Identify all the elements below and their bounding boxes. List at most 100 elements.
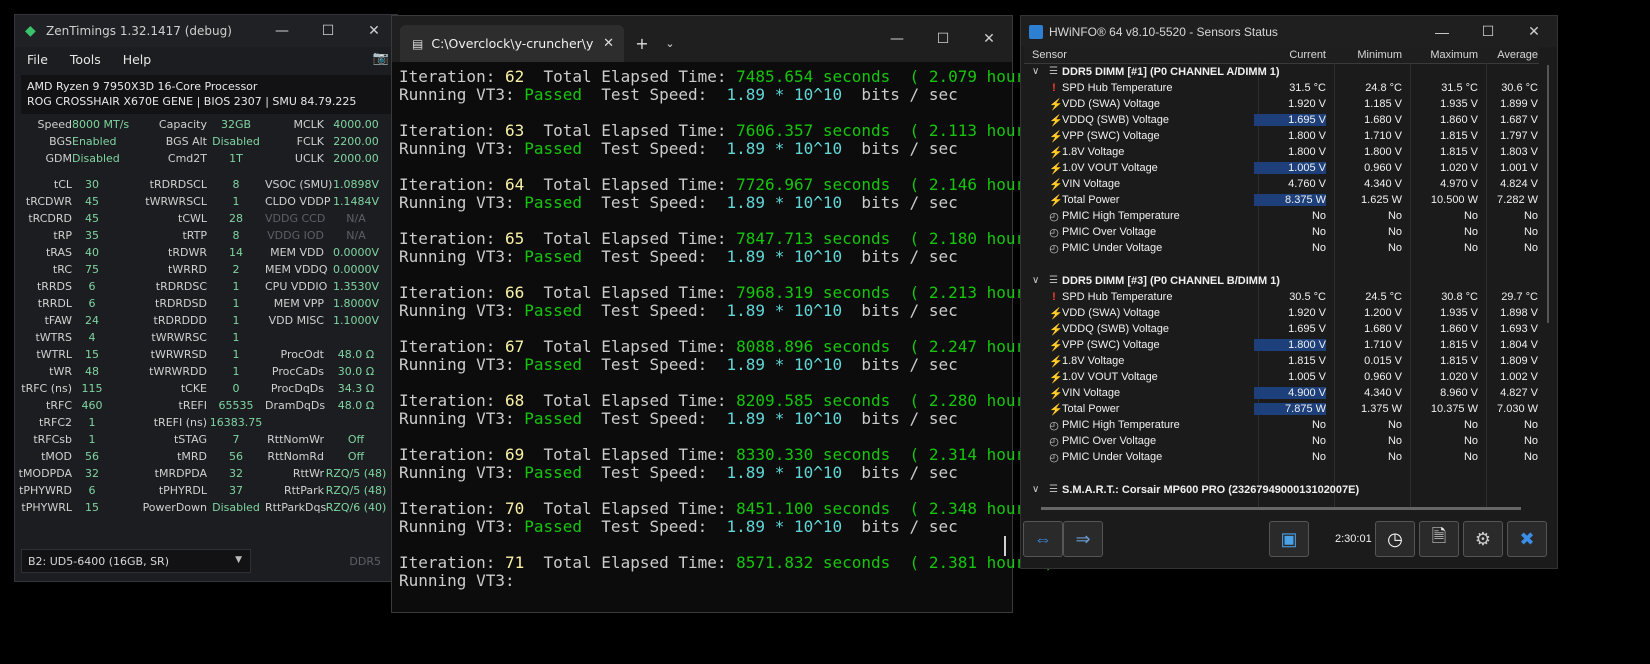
header-average[interactable]: Average [1464, 49, 1538, 61]
sensor-row[interactable]: ⚡ VDD (SWA) Voltage 1.920 V 1.185 V 1.935 V1… [1024, 97, 1539, 113]
close-button[interactable]: ✕ [1511, 23, 1557, 40]
status-line: Running VT3: Passed Test Speed: 1.89 * 1… [399, 463, 958, 482]
tab-close-icon[interactable]: ✕ [603, 36, 614, 51]
network-icon[interactable]: ▣ [1269, 521, 1309, 557]
camera-icon[interactable]: 📷 [373, 51, 389, 66]
cpu-name: AMD Ryzen 9 7950X3D 16-Core Processor [27, 80, 258, 93]
sensor-group-header[interactable]: ∨ ☰ S.M.A.R.T.: Corsair MP600 PRO (2326794… [1024, 483, 1539, 499]
sensor-row[interactable]: ⚡ VDD (SWA) Voltage 1.920 V 1.200 V 1.935 V1… [1024, 306, 1539, 322]
timing-row: tWTRS 4 tWRWRSC 1 [15, 331, 397, 348]
vertical-scrollbar[interactable] [1547, 65, 1549, 323]
timing-row: tMODPDA 32 tMRDPDA 32 RttWr RZQ/5 (48) [15, 467, 397, 484]
sensor-row[interactable]: ⚡ 1.8V Voltage 1.815 V 0.015 V 1.815 V 1.809 … [1024, 354, 1539, 370]
terminal-tab[interactable]: ▤ C:\Overclock\y-cruncher\y-cru ✕ [400, 25, 624, 62]
sensor-table-header: Sensor Current Minimum Maximum Average [1024, 47, 1539, 64]
test-speed-value: 1.89 * 10^10 [726, 85, 843, 104]
timing-value: 45 [85, 195, 99, 208]
iteration-number: 67 [504, 337, 525, 356]
memory-icon: ☰ [1049, 484, 1058, 495]
arrows-icon[interactable]: ⇔ [1023, 521, 1063, 557]
clock-icon[interactable]: ◷ [1375, 521, 1415, 557]
sensor-group-header[interactable]: ∨ ☰ DDR5 DIMM [#1] (P0 CHANNEL A/DIMM 1) [1024, 65, 1539, 81]
test-speed-value: 1.89 * 10^10 [726, 193, 843, 212]
close-button[interactable]: ✕ [966, 31, 1012, 47]
sensor-name: PMIC High Temperature [1062, 419, 1180, 431]
tab-dropdown-button[interactable]: ⌄ [660, 25, 680, 62]
header-minimum[interactable]: Minimum [1330, 49, 1402, 61]
sensor-row[interactable]: ⚡ Total Power 7.875 W 1.375 W 10.375 W 7.030 … [1024, 402, 1539, 418]
horizontal-scrollbar[interactable] [1041, 507, 1521, 510]
sensor-row[interactable]: ⚡ VIN Voltage 4.760 V 4.340 V 4.970 V 4.824 V [1024, 177, 1539, 193]
timing-label: BGS Alt [165, 135, 207, 148]
scrollbar-thumb[interactable] [1004, 536, 1006, 556]
timing-label: tRDRDSCL [149, 178, 207, 191]
sensor-group-header[interactable]: ∨ ☰ DDR5 DIMM [#3] (P0 CHANNEL B/DIMM 1) [1024, 274, 1539, 290]
sensor-row[interactable]: ⚡ VIN Voltage 4.900 V 4.340 V 8.960 V 4.827 V [1024, 386, 1539, 402]
sensor-name: SPD Hub Temperature [1062, 291, 1173, 303]
timing-label: ProcDqDs [270, 382, 324, 395]
timing-value: 1 [232, 314, 240, 327]
sensor-row[interactable]: ◴ PMIC Over Voltage No No No No [1024, 434, 1539, 450]
arrows-collapse-icon[interactable]: ⇒ [1063, 521, 1103, 557]
chevron-down-icon[interactable]: ∨ [1032, 275, 1039, 286]
timing-row: Speed 8000 MT/s Capacity 32GB MCLK 4000.00 [15, 118, 397, 135]
timing-value: 1 [88, 416, 96, 429]
timing-label: tCWL [178, 212, 207, 225]
report-add-icon[interactable]: 🗎 [1419, 521, 1459, 557]
sensor-row[interactable]: ⚡ VDDQ (SWB) Voltage 1.695 V 1.680 V 1.860 V… [1024, 113, 1539, 129]
sensor-row[interactable]: ◴ PMIC High Temperature No No No No [1024, 418, 1539, 434]
sensor-row[interactable]: ⚡ VPP (SWC) Voltage 1.800 V 1.710 V 1.815 V1… [1024, 129, 1539, 145]
sensor-row[interactable]: ◴ PMIC High Temperature No No No No [1024, 209, 1539, 225]
timing-label: Capacity [158, 118, 207, 131]
sensor-row[interactable]: ⚡ Total Power 8.375 W 1.625 W 10.500 W 7.282 … [1024, 193, 1539, 209]
sensor-row[interactable]: ⚡ 1.8V Voltage 1.800 V 1.800 V 1.815 V 1.803 … [1024, 145, 1539, 161]
sensor-value: 4.340 V [1364, 178, 1402, 190]
maximize-button[interactable]: ☐ [920, 31, 966, 47]
chevron-down-icon[interactable]: ∨ [1032, 484, 1039, 495]
status-line: Running VT3: Passed Test Speed: 1.89 * 1… [399, 517, 958, 536]
timing-label: PowerDown [142, 501, 207, 514]
sensor-value: 29.7 °C [1501, 291, 1538, 303]
timing-row: tRFCsb 1 tSTAG 7 RttNomWr Off [15, 433, 397, 450]
sensor-row[interactable]: ! SPD Hub Temperature 30.5 °C 24.5 °C 30.8 °… [1024, 290, 1539, 306]
timing-value: 1 [232, 365, 240, 378]
maximize-button[interactable]: ☐ [1465, 23, 1511, 40]
dimm-select[interactable]: B2: UD5-6400 (16GB, SR) ▼ [21, 549, 251, 573]
sensor-value: 1.815 V [1288, 355, 1326, 367]
timing-value: 48.0 Ω [337, 399, 375, 412]
sensor-value: 4.900 V [1254, 387, 1326, 399]
menu-help[interactable]: Help [123, 52, 152, 67]
menu-file[interactable]: File [27, 52, 48, 67]
header-current[interactable]: Current [1254, 49, 1326, 61]
minimize-button[interactable]: — [874, 31, 920, 47]
close-icon[interactable]: ✖ [1507, 521, 1547, 557]
sensor-value: 1.687 V [1500, 114, 1538, 126]
sensor-name: VIN Voltage [1062, 387, 1121, 399]
sensor-row[interactable]: ◴ PMIC Under Voltage No No No No [1024, 241, 1539, 257]
timing-label: RttNomRd [267, 450, 324, 463]
timing-value: 2200.00 [333, 135, 379, 148]
sensor-value: No [1387, 435, 1402, 447]
sensor-value: 4.827 V [1500, 387, 1538, 399]
sensor-row[interactable]: ⚡ 1.0V VOUT Voltage 1.005 V 0.960 V 1.020 V1… [1024, 161, 1539, 177]
sensor-row[interactable]: ⚡ VPP (SWC) Voltage 1.800 V 1.710 V 1.815 V1… [1024, 338, 1539, 354]
menu-tools[interactable]: Tools [70, 52, 101, 67]
terminal-output[interactable]: Iteration: 62 Total Elapsed Time: 7485.6… [392, 68, 1054, 612]
timing-label: tCL [53, 178, 72, 191]
minimize-button[interactable]: — [1419, 24, 1465, 40]
new-tab-button[interactable]: + [624, 25, 660, 62]
timing-value: 1 [88, 433, 96, 446]
chevron-down-icon[interactable]: ∨ [1032, 66, 1039, 77]
sensor-row[interactable]: ◴ PMIC Under Voltage No No No No [1024, 450, 1539, 466]
minimize-button[interactable]: — [259, 23, 305, 39]
iteration-number: 65 [504, 229, 525, 248]
sensor-row[interactable]: ⚡ 1.0V VOUT Voltage 1.005 V 0.960 V 1.020 V1… [1024, 370, 1539, 386]
sensor-name: VPP (SWC) Voltage [1062, 130, 1160, 142]
sensor-row[interactable]: ! SPD Hub Temperature 31.5 °C 24.8 °C 31.5 °… [1024, 81, 1539, 97]
sensor-row[interactable]: ⚡ VDDQ (SWB) Voltage 1.695 V 1.680 V 1.860 V… [1024, 322, 1539, 338]
sensor-row[interactable]: ◴ PMIC Over Voltage No No No No [1024, 225, 1539, 241]
maximize-button[interactable]: ☐ [305, 23, 351, 39]
header-sensor[interactable]: Sensor [1032, 49, 1067, 61]
gear-icon[interactable]: ⚙ [1463, 521, 1503, 557]
